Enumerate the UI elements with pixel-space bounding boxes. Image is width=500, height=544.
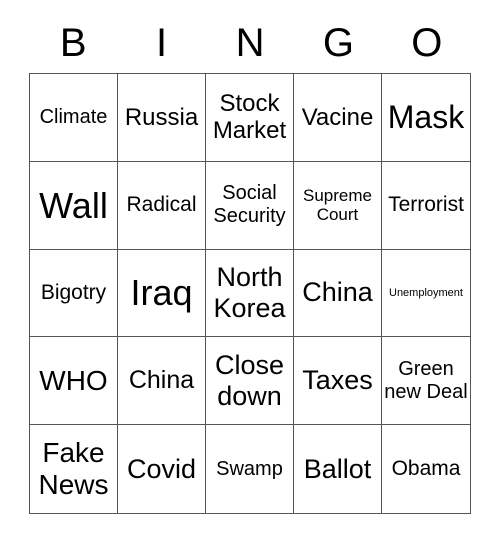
bingo-cell[interactable]: North Korea xyxy=(206,249,294,338)
bingo-cell-label: Terrorist xyxy=(388,193,464,217)
bingo-cell[interactable]: Taxes xyxy=(294,337,382,426)
bingo-cell[interactable]: Close down xyxy=(206,337,294,426)
header-letter-n: N xyxy=(235,21,265,65)
bingo-cell[interactable]: Ballot xyxy=(294,425,382,513)
bingo-cell-label: Covid xyxy=(126,453,197,484)
bingo-cell[interactable]: Russia xyxy=(118,74,206,162)
bingo-cell[interactable]: China xyxy=(118,337,206,426)
bingo-cell[interactable]: Climate xyxy=(30,74,118,162)
bingo-cell[interactable]: China xyxy=(294,249,382,338)
bingo-cell-label: Bigotry xyxy=(40,280,107,304)
bingo-cell[interactable]: Terrorist xyxy=(382,162,470,250)
bingo-cell[interactable]: Obama xyxy=(382,425,470,513)
header-letter-o: O xyxy=(411,21,443,65)
bingo-header: B I N G O xyxy=(29,18,471,68)
bingo-cell[interactable]: Swamp xyxy=(206,425,294,513)
bingo-cell[interactable]: Social Security xyxy=(206,161,294,250)
bingo-cell[interactable]: Bigotry xyxy=(30,249,118,338)
bingo-cell-label: Taxes xyxy=(302,365,373,396)
bingo-cell-label: Mask xyxy=(387,99,465,135)
bingo-cell[interactable]: WHO xyxy=(30,337,118,426)
bingo-cell-label: Radical xyxy=(126,193,197,217)
bingo-grid: Climate Russia Stock Market Vacine Mask Wall R… xyxy=(29,73,471,514)
bingo-cell-label: Swamp xyxy=(216,457,283,480)
bingo-cell[interactable]: Supreme Court xyxy=(294,161,382,250)
bingo-cell[interactable]: Wall xyxy=(30,161,118,250)
bingo-cell-label: Stock Market xyxy=(212,89,287,145)
header-letter-b: B xyxy=(59,21,87,65)
bingo-cell[interactable]: Unemployment xyxy=(382,250,470,338)
bingo-cell[interactable]: Iraq xyxy=(118,249,206,338)
bingo-cell-label: Fake News xyxy=(38,436,109,501)
bingo-cell-label: Supreme Court xyxy=(303,185,372,225)
bingo-cell[interactable]: Green new Deal xyxy=(382,337,470,426)
bingo-cell-label: Russia xyxy=(124,103,199,131)
bingo-cell-label: China xyxy=(128,366,195,395)
bingo-cell[interactable]: Stock Market xyxy=(206,74,294,162)
bingo-cell[interactable]: Radical xyxy=(118,161,206,250)
bingo-cell-label: Obama xyxy=(391,457,461,481)
header-letter-i: I xyxy=(156,21,168,65)
bingo-cell-label: WHO xyxy=(39,364,108,396)
bingo-cell-label: China xyxy=(302,277,373,308)
bingo-cell-label: Close down xyxy=(214,349,285,411)
bingo-cell-label: Wall xyxy=(39,184,108,226)
bingo-cell[interactable]: Mask xyxy=(382,74,470,162)
bingo-cell-label: Vacine xyxy=(301,103,374,131)
bingo-cell-label: North Korea xyxy=(213,261,286,323)
bingo-cell-label: Green new Deal xyxy=(384,357,468,403)
bingo-cell-label: Ballot xyxy=(303,453,372,484)
header-letter-g: G xyxy=(322,21,354,65)
bingo-cell[interactable]: Vacine xyxy=(294,74,382,162)
bingo-cell-label: Climate xyxy=(39,105,108,128)
bingo-cell[interactable]: Covid xyxy=(118,425,206,513)
bingo-cell-label: Unemployment xyxy=(389,286,463,299)
bingo-cell-label: Social Security xyxy=(213,182,286,228)
bingo-cell[interactable]: Fake News xyxy=(30,425,118,513)
bingo-cell-label: Iraq xyxy=(130,272,193,314)
